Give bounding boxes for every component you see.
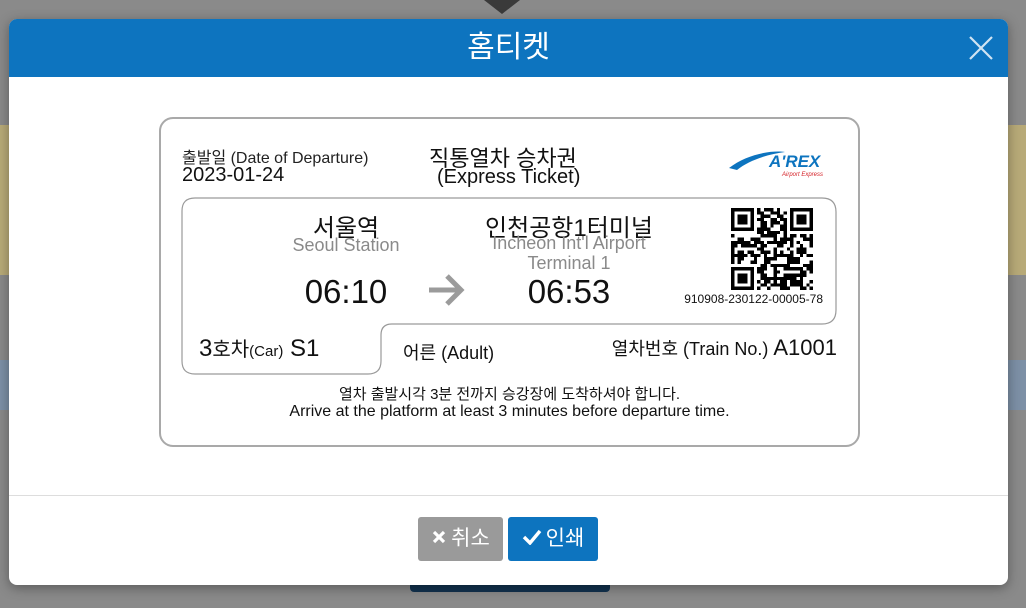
logo-tagline: Airport Express	[781, 172, 823, 178]
ticket-subtitle: (Express Ticket)	[437, 166, 581, 188]
arrow-right-icon	[427, 272, 467, 308]
seat-number: S1	[290, 335, 320, 362]
route-box: 서울역 Seoul Station 06:10 인천공항1터미널 Incheon…	[181, 197, 837, 375]
car-label-ko: 호차	[212, 339, 250, 361]
close-button[interactable]	[964, 31, 998, 65]
background-notch	[484, 0, 520, 14]
x-icon	[433, 531, 446, 544]
footer-divider	[9, 495, 1008, 496]
car-label-en: (Car)	[249, 343, 284, 360]
modal-header: 홈티켓	[9, 19, 1008, 77]
close-icon	[969, 36, 993, 60]
cancel-button[interactable]: 취소	[418, 517, 503, 561]
modal-title: 홈티켓	[467, 31, 550, 64]
notice-english: Arrive at the platform at least 3 minute…	[289, 403, 730, 420]
train-number-label: 열차번호 (Train No.)	[611, 339, 769, 359]
departure-date: 2023-01-24	[182, 164, 285, 186]
destination-terminal-en: Terminal 1	[527, 253, 611, 273]
check-icon	[522, 530, 541, 546]
train-number-info: 열차번호 (Train No.) A1001	[611, 335, 837, 361]
arex-logo: A'REX Airport Express	[727, 146, 839, 180]
origin-station-name-en: Seoul Station	[292, 235, 400, 255]
arrival-time: 06:53	[527, 273, 611, 310]
express-ticket: 출발일 (Date of Departure) 2023-01-24 직통열차 …	[159, 117, 860, 447]
cancel-label: 취소	[451, 527, 490, 550]
train-number: A1001	[773, 335, 837, 360]
ticket-number: 910908-230122-00005-78	[684, 292, 823, 306]
car-seat-info: 3호차(Car) S1	[199, 333, 319, 363]
departure-time: 06:10	[304, 273, 388, 310]
print-button[interactable]: 인쇄	[508, 517, 598, 561]
print-label: 인쇄	[545, 527, 585, 550]
car-number: 3	[199, 335, 213, 362]
qr-code	[731, 208, 813, 290]
logo-main: A'REX	[768, 152, 822, 171]
notice-korean: 열차 출발시각 3분 전까지 승강장에 도착하셔야 합니다.	[338, 386, 681, 403]
fare-type: 어른 (Adult)	[403, 343, 495, 363]
home-ticket-modal: 홈티켓 출발일 (Date of Departure) 2023-01-24 직…	[9, 19, 1008, 585]
destination-station-name-en: Incheon Int'l Airport	[492, 233, 646, 253]
